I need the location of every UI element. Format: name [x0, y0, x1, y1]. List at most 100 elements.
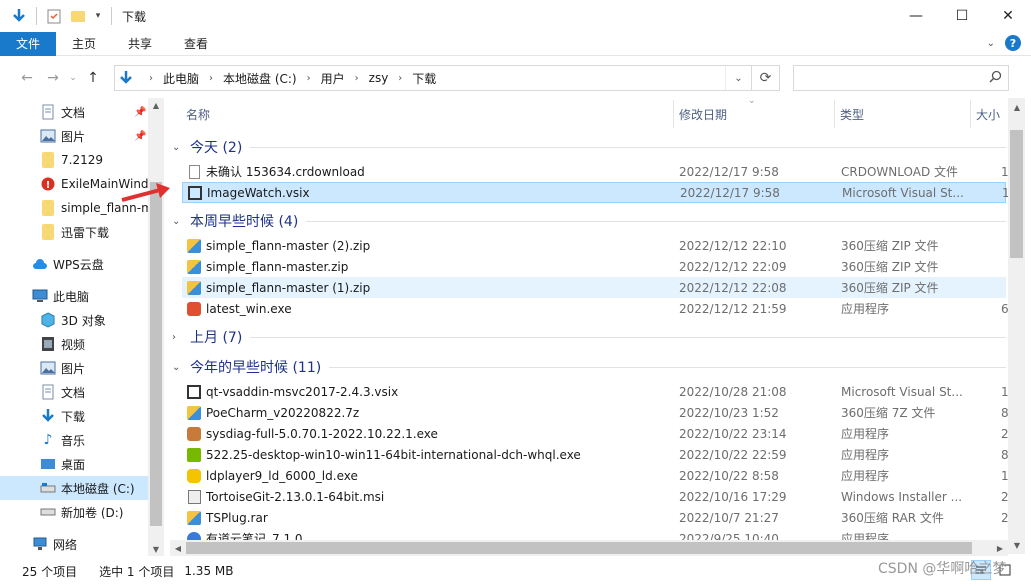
sidebar-item-music[interactable]: ♪ 音乐	[0, 428, 148, 452]
download-icon[interactable]	[10, 7, 28, 25]
chevron-right-icon[interactable]: ›	[209, 73, 213, 84]
column-header-size[interactable]: 大小	[976, 106, 1000, 123]
sidebar-scroll-thumb[interactable]	[150, 182, 162, 526]
column-header-date[interactable]: 修改日期	[679, 106, 727, 123]
file-row[interactable]: TSPlug.rar 2022/10/7 21:27 360压缩 RAR 文件 …	[182, 507, 1008, 528]
scroll-right-icon[interactable]: ▶	[994, 541, 1006, 555]
chevron-down-icon[interactable]: ⌄	[172, 216, 186, 227]
group-header-earlier-this-year[interactable]: ⌄ 今年的早些时候 (11)	[172, 355, 1006, 379]
file-row[interactable]: simple_flann-master (2).zip 2022/12/12 2…	[182, 235, 1006, 256]
up-button[interactable]: ↑	[80, 64, 106, 92]
scroll-down-icon[interactable]: ▼	[1011, 538, 1023, 552]
sidebar-item-documents-pinned[interactable]: 文档 📌	[0, 100, 148, 124]
scroll-up-icon[interactable]: ▲	[150, 98, 162, 112]
expand-ribbon-icon[interactable]: ⌄	[987, 38, 995, 49]
close-button[interactable]: ✕	[985, 0, 1031, 32]
scroll-down-icon[interactable]: ▼	[150, 542, 162, 556]
refresh-button[interactable]: ⟳	[752, 65, 780, 91]
breadcrumb-item[interactable]: zsy	[369, 71, 389, 85]
sidebar-item-downloads[interactable]: 下载	[0, 404, 148, 428]
chevron-right-icon[interactable]: ›	[307, 73, 311, 84]
chevron-right-icon[interactable]: ›	[149, 73, 153, 84]
sidebar-item-pictures-pinned[interactable]: 图片 📌	[0, 124, 148, 148]
chevron-down-icon[interactable]: ⌄	[172, 362, 186, 373]
sidebar-item-network[interactable]: 网络	[0, 532, 148, 556]
chevron-right-icon[interactable]: ›	[172, 332, 186, 343]
column-header-type[interactable]: 类型	[840, 106, 864, 123]
sidebar-item-pictures[interactable]: 图片	[0, 356, 148, 380]
file-row[interactable]: ldplayer9_ld_6000_ld.exe 2022/10/22 8:58…	[182, 465, 1008, 486]
forward-button[interactable]: →	[40, 64, 66, 92]
breadcrumb-item[interactable]: 用户	[321, 70, 345, 87]
sidebar-item-folder-7-2129[interactable]: 7.2129	[0, 148, 148, 172]
status-bar: 25 个项目 选中 1 个项目 1.35 MB	[0, 556, 1031, 586]
scroll-left-icon[interactable]: ◀	[172, 541, 184, 555]
sidebar-item-this-pc[interactable]: 此电脑	[0, 284, 148, 308]
sidebar-item-xunlei-download[interactable]: 迅雷下载	[0, 220, 148, 244]
new-folder-icon[interactable]	[69, 7, 87, 25]
search-input[interactable]	[798, 68, 978, 88]
properties-icon[interactable]	[45, 7, 63, 25]
breadcrumb-item[interactable]: 下载	[412, 70, 436, 87]
file-row[interactable]: sysdiag-full-5.0.70.1-2022.10.22.1.exe 2…	[182, 423, 1008, 444]
file-row[interactable]: PoeCharm_v20220822.7z 2022/10/23 1:52 36…	[182, 402, 1008, 423]
breadcrumb-item[interactable]: 此电脑	[163, 70, 199, 87]
file-row[interactable]: 未确认 153634.crdownload 2022/12/17 9:58 CR…	[182, 161, 1008, 182]
help-icon[interactable]: ?	[1005, 35, 1021, 51]
divider	[250, 146, 1006, 148]
sidebar-item-documents[interactable]: 文档	[0, 380, 148, 404]
scroll-up-icon[interactable]: ▲	[1011, 100, 1023, 114]
chevron-right-icon[interactable]: ›	[355, 73, 359, 84]
file-row[interactable]: qt-vsaddin-msvc2017-2.4.3.vsix 2022/10/2…	[182, 381, 1008, 402]
horizontal-scroll-thumb[interactable]	[186, 542, 972, 554]
sidebar-item-desktop[interactable]: 桌面	[0, 452, 148, 476]
column-divider[interactable]	[834, 100, 835, 128]
pin-icon[interactable]: 📌	[134, 107, 146, 118]
file-date: 2022/12/12 21:59	[679, 301, 787, 316]
breadcrumb-item[interactable]: 本地磁盘 (C:)	[223, 70, 297, 87]
file-row[interactable]: latest_win.exe 2022/12/12 21:59 应用程序 68	[182, 298, 1008, 319]
tab-home[interactable]: 主页	[56, 32, 112, 56]
file-type: 应用程序	[841, 427, 890, 441]
group-header-last-month[interactable]: › 上月 (7)	[172, 325, 1006, 349]
sidebar-scrollbar[interactable]: ▲ ▼	[148, 98, 164, 556]
file-size: 20	[1001, 489, 1008, 504]
column-divider[interactable]	[673, 100, 674, 128]
back-button[interactable]: ←	[14, 64, 40, 92]
customize-chevron-icon[interactable]: ▾	[93, 7, 103, 25]
sidebar-item-new-volume-d[interactable]: 新加卷 (D:)	[0, 500, 148, 524]
sidebar-item-label: 新加卷 (D:)	[61, 505, 124, 520]
chevron-down-icon[interactable]: ⌄	[172, 142, 186, 153]
sidebar-item-local-disk-c[interactable]: 本地磁盘 (C:)	[0, 476, 148, 500]
pin-icon[interactable]: 📌	[134, 131, 146, 142]
file-name: sysdiag-full-5.0.70.1-2022.10.22.1.exe	[206, 426, 438, 441]
horizontal-scrollbar[interactable]: ◀ ▶	[170, 540, 1008, 556]
column-divider[interactable]	[970, 100, 971, 128]
tab-share[interactable]: 共享	[112, 32, 168, 56]
sidebar-item-wps-cloud[interactable]: WPS云盘	[0, 252, 148, 276]
group-header-today[interactable]: ⌄ 今天 (2)	[172, 135, 1006, 159]
file-row-selected[interactable]: ImageWatch.vsix 2022/12/17 9:58 Microsof…	[182, 182, 1008, 203]
file-row[interactable]: TortoiseGit-2.13.0.1-64bit.msi 2022/10/1…	[182, 486, 1008, 507]
address-dropdown-icon[interactable]: ⌄	[725, 66, 751, 90]
chevron-right-icon[interactable]: ›	[398, 73, 402, 84]
tab-file[interactable]: 文件	[0, 31, 57, 56]
search-icon[interactable]	[989, 70, 1002, 86]
3d-objects-icon	[40, 312, 56, 328]
maximize-button[interactable]: ☐	[939, 0, 985, 32]
file-row-hover[interactable]: simple_flann-master (1).zip 2022/12/12 2…	[182, 277, 1006, 298]
recent-locations-icon[interactable]: ⌄	[66, 64, 80, 92]
address-bar[interactable]: › 此电脑 › 本地磁盘 (C:) › 用户 › zsy › 下载 ⌄	[114, 65, 752, 91]
group-header-earlier-this-week[interactable]: ⌄ 本周早些时候 (4)	[172, 209, 1006, 233]
file-date: 2022/10/22 8:58	[679, 468, 779, 483]
file-row[interactable]: simple_flann-master.zip 2022/12/12 22:09…	[182, 256, 1006, 277]
sidebar-item-videos[interactable]: 视频	[0, 332, 148, 356]
file-list-scroll-thumb[interactable]	[1010, 130, 1023, 258]
file-list-scrollbar[interactable]: ▲ ▼	[1008, 98, 1025, 554]
tab-view[interactable]: 查看	[168, 32, 224, 56]
file-row[interactable]: 有道云笔记_7.1.0... 2022/9/25 10:40 应用程序	[182, 528, 1006, 540]
sidebar-item-3d-objects[interactable]: 3D 对象	[0, 308, 148, 332]
minimize-button[interactable]: —	[893, 0, 939, 32]
file-row[interactable]: 522.25-desktop-win10-win11-64bit-interna…	[182, 444, 1008, 465]
column-header-name[interactable]: 名称	[186, 106, 210, 123]
